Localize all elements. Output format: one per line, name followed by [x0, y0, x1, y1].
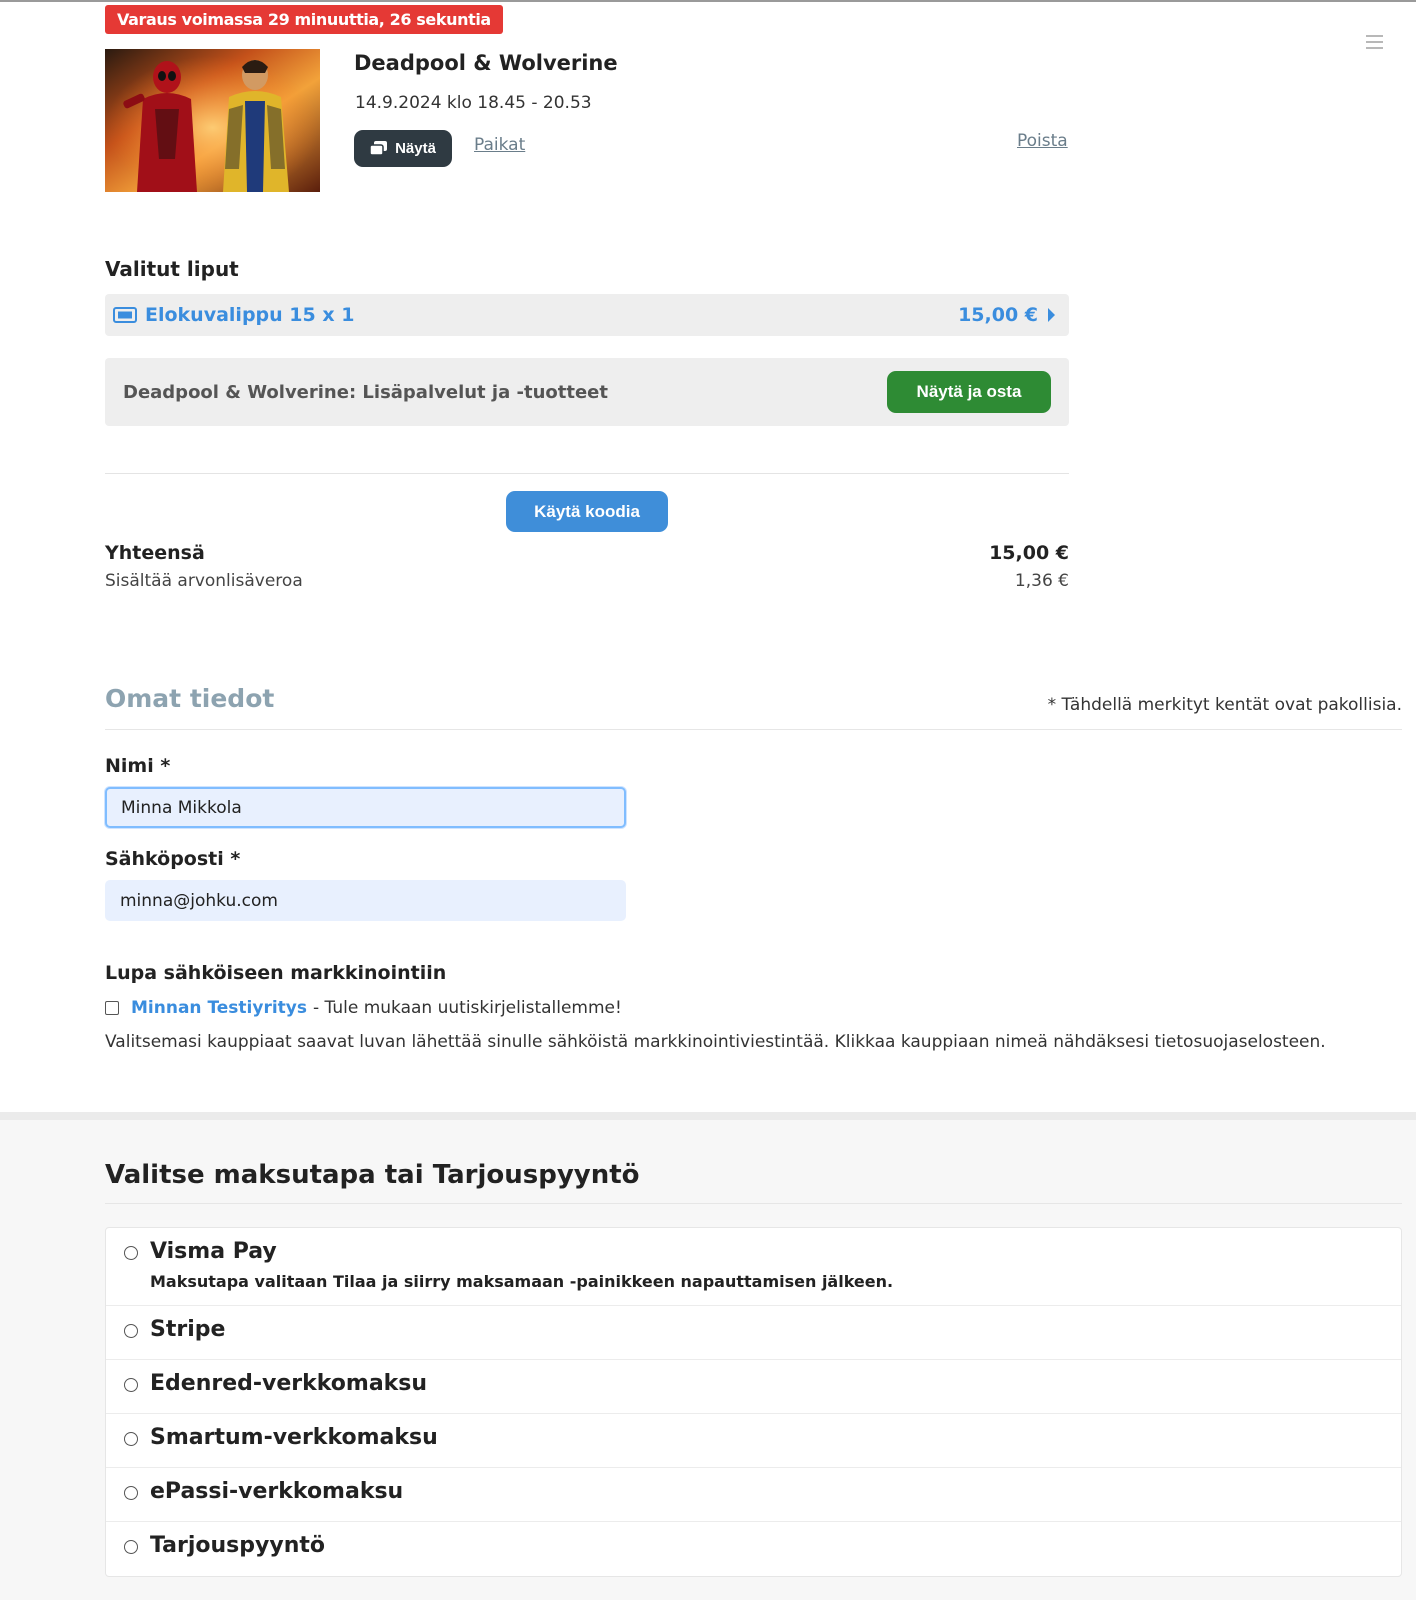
payment-method-label: Stripe — [150, 1317, 226, 1342]
vat-label: Sisältää arvonlisäveroa — [105, 571, 303, 591]
extras-row: Deadpool & Wolverine: Lisäpalvelut ja -t… — [105, 358, 1069, 426]
payment-methods-list: Visma Pay Maksutapa valitaan Tilaa ja si… — [105, 1227, 1402, 1577]
name-label: Nimi * — [105, 755, 171, 777]
consent-description: Valitsemasi kauppiaat saavat luvan lähet… — [105, 1032, 1326, 1052]
name-input[interactable] — [105, 787, 626, 828]
extras-label: Deadpool & Wolverine: Lisäpalvelut ja -t… — [123, 381, 608, 403]
payment-radio[interactable] — [124, 1486, 138, 1500]
vat-value: 1,36 € — [1014, 571, 1069, 591]
reservation-timer: Varaus voimassa 29 minuuttia, 26 sekunti… — [105, 5, 503, 34]
ticket-price: 15,00 € — [958, 304, 1038, 326]
event-title: Deadpool & Wolverine — [354, 51, 618, 75]
required-fields-note: * Tähdellä merkityt kentät ovat pakollis… — [1047, 695, 1402, 715]
payment-method-smartum[interactable]: Smartum-verkkomaksu — [106, 1414, 1401, 1468]
ticket-icon — [113, 307, 137, 323]
remove-link[interactable]: Poista — [1017, 131, 1068, 151]
merchant-link[interactable]: Minnan Testiyritys — [131, 998, 307, 1018]
payment-method-visma-pay[interactable]: Visma Pay Maksutapa valitaan Tilaa ja si… — [106, 1228, 1401, 1306]
seats-link[interactable]: Paikat — [474, 135, 525, 155]
ticket-label: Elokuvalippu 15 x 1 — [145, 304, 355, 326]
payment-method-description: Maksutapa valitaan Tilaa ja siirry maksa… — [150, 1272, 894, 1291]
total-value: 15,00 € — [989, 542, 1069, 564]
email-input[interactable] — [105, 880, 626, 921]
payment-radio[interactable] — [124, 1432, 138, 1446]
divider — [105, 729, 1402, 730]
payment-radio[interactable] — [124, 1378, 138, 1392]
ticket-row[interactable]: Elokuvalippu 15 x 1 15,00 € — [105, 294, 1069, 336]
divider — [105, 473, 1069, 474]
consent-option: Minnan Testiyritys - Tule mukaan uutiski… — [105, 998, 622, 1018]
payment-method-quote-request[interactable]: Tarjouspyyntö — [106, 1522, 1401, 1576]
merchant-newsletter-text: - Tule mukaan uutiskirjelistallemme! — [313, 998, 622, 1018]
payment-section: Valitse maksutapa tai Tarjouspyyntö Vism… — [0, 1112, 1416, 1600]
use-code-button[interactable]: Käytä koodia — [506, 491, 668, 532]
own-info-title: Omat tiedot — [105, 684, 275, 713]
payment-radio[interactable] — [124, 1540, 138, 1554]
payment-method-label: Visma Pay — [150, 1239, 277, 1264]
top-border — [0, 0, 1416, 2]
payment-method-label: ePassi-verkkomaksu — [150, 1479, 404, 1504]
marketing-consent-heading: Lupa sähköiseen markkinointiin — [105, 962, 447, 984]
divider — [105, 1203, 1402, 1204]
payment-method-edenred[interactable]: Edenred-verkkomaksu — [106, 1360, 1401, 1414]
caret-right-icon — [1048, 308, 1055, 322]
hamburger-menu-icon[interactable] — [1366, 35, 1383, 50]
movie-poster — [105, 49, 320, 192]
show-tickets-label: Näytä — [395, 140, 436, 157]
payment-radio[interactable] — [124, 1324, 138, 1338]
payment-method-label: Tarjouspyyntö — [150, 1533, 326, 1558]
payment-method-label: Edenred-verkkomaksu — [150, 1371, 428, 1396]
total-label: Yhteensä — [105, 542, 205, 564]
show-and-buy-button[interactable]: Näytä ja osta — [887, 371, 1051, 413]
show-tickets-button[interactable]: Näytä — [354, 130, 452, 167]
event-datetime: 14.9.2024 klo 18.45 - 20.53 — [355, 93, 592, 113]
payment-method-label: Smartum-verkkomaksu — [150, 1425, 438, 1450]
selected-tickets-heading: Valitut liput — [105, 257, 239, 281]
email-label: Sähköposti * — [105, 848, 241, 870]
payment-method-stripe[interactable]: Stripe — [106, 1306, 1401, 1360]
tickets-icon — [370, 141, 388, 156]
payment-method-epassi[interactable]: ePassi-verkkomaksu — [106, 1468, 1401, 1522]
payment-title: Valitse maksutapa tai Tarjouspyyntö — [105, 1160, 640, 1190]
payment-radio[interactable] — [124, 1246, 138, 1260]
consent-checkbox[interactable] — [105, 1001, 119, 1015]
